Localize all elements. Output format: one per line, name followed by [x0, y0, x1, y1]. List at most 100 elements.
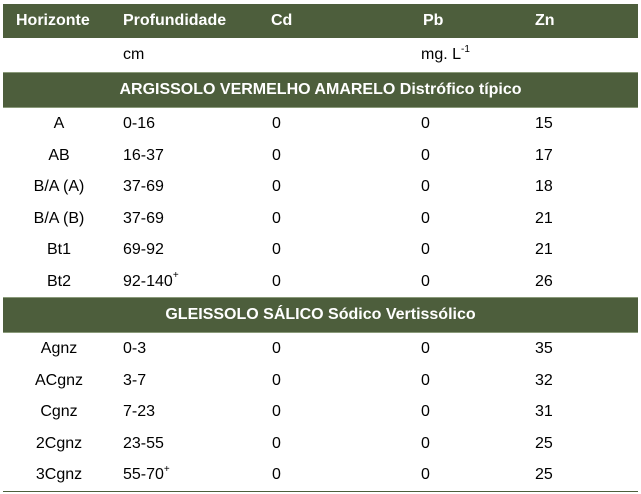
header-zn: Zn — [535, 12, 555, 29]
cd-cell: 0 — [272, 108, 281, 140]
zn-cell-value: 15 — [535, 115, 553, 132]
horizonte-cell: A — [3, 108, 115, 140]
horizonte-cell-value: 3Cgnz — [35, 466, 83, 483]
pb-cell: 0 — [421, 171, 430, 203]
depth-cell-value: 92-140 — [123, 272, 173, 290]
horizonte-cell: 3Cgnz — [3, 459, 115, 491]
pb-cell: 0 — [421, 266, 430, 298]
pb-cell-value: 0 — [421, 241, 430, 258]
table-row: B/A (B) 37-69 0 0 21 — [3, 203, 638, 235]
group-title-row: GLEISSOLO SÁLICO Sódico Vertissólico — [3, 297, 638, 333]
zn-cell-value: 21 — [535, 209, 553, 227]
pb-cell: 0 — [421, 428, 430, 460]
horizonte-cell: Cgnz — [3, 396, 115, 428]
table-row: Bt1 69-92 0 0 21 — [3, 234, 638, 266]
depth-cell: 7-23 — [123, 396, 155, 428]
pb-cell-value: 0 — [421, 178, 430, 195]
horizonte-cell-value: AB — [48, 146, 70, 164]
table-row: A 0-16 0 0 15 — [3, 108, 638, 140]
table-header-row: Horizonte Profundidade Cd Pb Zn — [3, 4, 638, 38]
horizonte-cell-value: Agnz — [40, 340, 78, 357]
horizonte-cell: B/A (A) — [3, 171, 115, 203]
horizonte-cell-value: B/A (B) — [33, 209, 85, 227]
zn-cell-value: 18 — [535, 178, 553, 195]
table-row: AB 16-37 0 0 17 — [3, 140, 638, 172]
depth-cell: 0-3 — [123, 333, 146, 365]
cd-cell: 0 — [272, 428, 281, 460]
header-pb: Pb — [423, 12, 444, 29]
horizonte-cell: Bt2 — [3, 266, 115, 298]
pb-cell-value: 0 — [421, 403, 430, 420]
zn-cell: 31 — [535, 396, 553, 428]
depth-cell: 23-55 — [123, 428, 164, 460]
horizonte-cell-value: B/A (A) — [33, 178, 85, 195]
depth-cell: 55-70+ — [123, 459, 170, 491]
pb-cell: 0 — [421, 203, 430, 235]
depth-cell-value: 23-55 — [123, 434, 164, 452]
pb-cell: 0 — [421, 459, 430, 491]
pb-cell: 0 — [421, 333, 430, 365]
cd-cell: 0 — [272, 203, 281, 235]
pb-cell-value: 0 — [421, 434, 430, 452]
zn-cell-value: 25 — [535, 434, 553, 452]
zn-cell: 32 — [535, 365, 553, 397]
pb-cell-value: 0 — [421, 272, 430, 290]
soil-metals-table: Horizonte Profundidade Cd Pb Zn cm mg. L… — [3, 4, 638, 492]
zn-cell-value: 21 — [535, 241, 553, 258]
cd-cell-value: 0 — [272, 340, 281, 357]
pb-cell-value: 0 — [421, 209, 430, 227]
pb-cell: 0 — [421, 140, 430, 172]
depth-open-ended-marker: + — [163, 463, 170, 475]
depth-cell-value: 55-70 — [123, 466, 164, 483]
group-title: GLEISSOLO SÁLICO Sódico Vertissólico — [165, 306, 476, 323]
cd-cell-value: 0 — [272, 209, 281, 227]
cd-cell: 0 — [272, 396, 281, 428]
depth-cell: 92-140+ — [123, 266, 179, 298]
group-title-row: ARGISSOLO VERMELHO AMARELO Distrófico tí… — [3, 72, 638, 108]
horizonte-cell: B/A (B) — [3, 203, 115, 235]
concentration-unit: mg. L-1 — [421, 38, 470, 72]
pb-cell: 0 — [421, 365, 430, 397]
depth-cell: 3-7 — [123, 365, 146, 397]
cd-cell-value: 0 — [272, 241, 281, 258]
zn-cell: 17 — [535, 140, 553, 172]
depth-open-ended-marker: + — [172, 270, 179, 282]
table-body: ARGISSOLO VERMELHO AMARELO Distrófico tí… — [3, 72, 638, 491]
table-row: B/A (A) 37-69 0 0 18 — [3, 171, 638, 203]
concentration-unit-exponent: -1 — [461, 43, 470, 55]
zn-cell: 25 — [535, 428, 553, 460]
zn-cell: 15 — [535, 108, 553, 140]
horizonte-cell: 2Cgnz — [3, 428, 115, 460]
table-bottom-rule — [3, 490, 638, 492]
horizonte-cell-value: A — [53, 115, 65, 132]
depth-unit: cm — [123, 46, 145, 63]
zn-cell: 21 — [535, 203, 553, 235]
cd-cell-value: 0 — [272, 371, 281, 389]
header-profundidade: Profundidade — [123, 12, 227, 29]
cd-cell: 0 — [272, 365, 281, 397]
zn-cell: 18 — [535, 171, 553, 203]
horizonte-cell: AB — [3, 140, 115, 172]
horizonte-cell: Agnz — [3, 333, 115, 365]
table-row: ACgnz 3-7 0 0 32 — [3, 365, 638, 397]
table-row: Cgnz 7-23 0 0 31 — [3, 396, 638, 428]
zn-cell: 26 — [535, 266, 553, 298]
cd-cell: 0 — [272, 234, 281, 266]
zn-cell: 35 — [535, 333, 553, 365]
cd-cell: 0 — [272, 140, 281, 172]
zn-cell: 21 — [535, 234, 553, 266]
cd-cell: 0 — [272, 266, 281, 298]
zn-cell-value: 17 — [535, 146, 553, 164]
group-title: ARGISSOLO VERMELHO AMARELO Distrófico tí… — [119, 81, 522, 98]
pb-cell-value: 0 — [421, 340, 430, 357]
cd-cell-value: 0 — [272, 115, 281, 132]
cd-cell-value: 0 — [272, 178, 281, 195]
zn-cell-value: 31 — [535, 403, 553, 420]
depth-cell-value: 37-69 — [123, 178, 164, 195]
depth-cell-value: 0-16 — [123, 115, 156, 132]
zn-cell-value: 26 — [535, 272, 553, 290]
table-row: 2Cgnz 23-55 0 0 25 — [3, 428, 638, 460]
table-row: 3Cgnz 55-70+ 0 0 25 — [3, 459, 638, 491]
pb-cell: 0 — [421, 234, 430, 266]
depth-cell: 69-92 — [123, 234, 164, 266]
